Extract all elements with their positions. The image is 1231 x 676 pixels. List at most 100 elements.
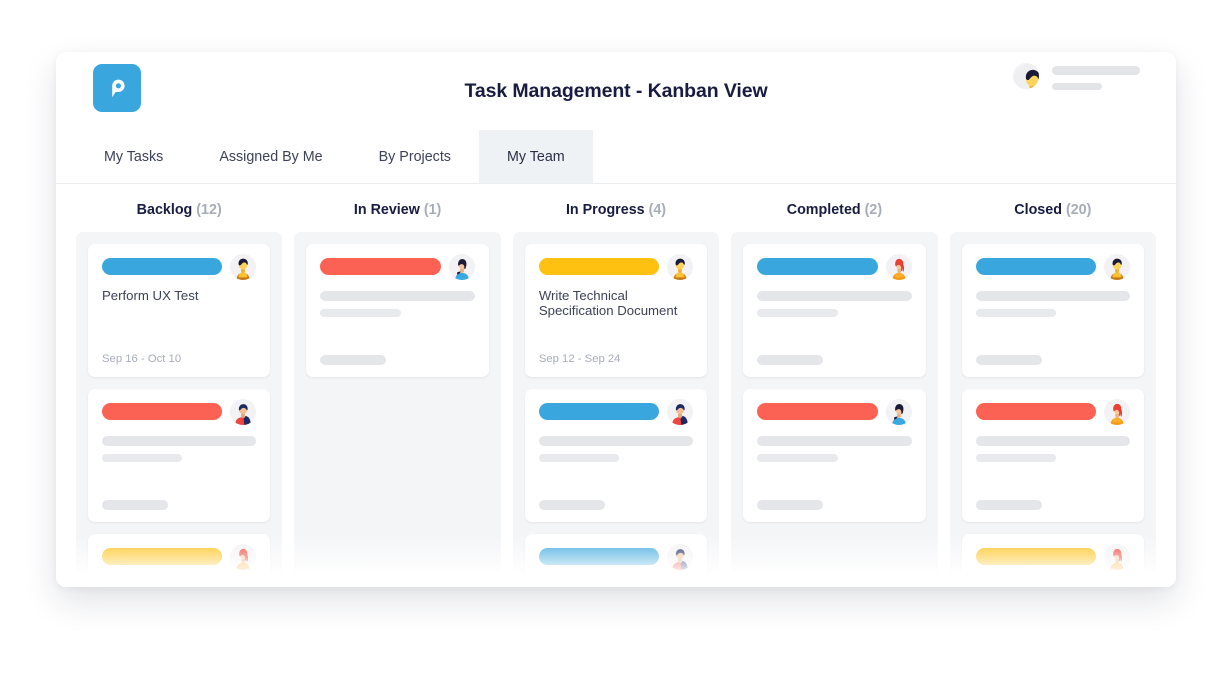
task-card[interactable]	[743, 389, 926, 522]
column-count: (20)	[1065, 202, 1092, 218]
card-date-skeleton	[757, 500, 824, 510]
user-name-placeholder	[1052, 66, 1140, 90]
assignee-avatar[interactable]	[1104, 544, 1131, 570]
tab-by-projects[interactable]: By Projects	[351, 130, 479, 183]
task-card[interactable]	[524, 534, 708, 587]
card-tag-yellow[interactable]	[538, 258, 660, 275]
card-date-skeleton	[538, 500, 605, 510]
card-title-skeleton	[975, 291, 1131, 301]
card-spacer	[102, 304, 256, 353]
assignee-avatar[interactable]	[667, 399, 694, 425]
card-title-skeleton	[102, 436, 257, 446]
task-card[interactable]: Perform UX Test Sep 16 - Oct 10	[88, 244, 271, 377]
task-card[interactable]	[88, 389, 271, 522]
card-spacer	[539, 462, 693, 500]
card-subtitle-skeleton	[975, 454, 1056, 462]
column-card-list	[731, 232, 938, 587]
assignee-avatar[interactable]	[230, 254, 257, 280]
card-tag-yellow[interactable]	[975, 548, 1097, 565]
task-card[interactable]	[961, 389, 1145, 522]
card-tag-red[interactable]	[102, 403, 223, 420]
task-card[interactable]	[961, 534, 1145, 587]
card-header	[538, 254, 694, 280]
card-title-skeleton	[757, 291, 912, 301]
card-date: Sep 16 - Oct 10	[102, 353, 182, 365]
card-header	[102, 254, 257, 280]
column-title: Closed	[1014, 202, 1062, 218]
app-window: Task Management - Kanban View My Tasks A…	[56, 52, 1176, 587]
card-text-placeholder	[975, 291, 1131, 317]
card-header	[102, 544, 257, 570]
task-card[interactable]: Write Technical Specification Document Se…	[524, 244, 708, 377]
assignee-avatar[interactable]	[885, 399, 912, 425]
column-count: (1)	[423, 202, 442, 218]
assignee-avatar[interactable]	[885, 254, 912, 280]
card-tag-blue[interactable]	[538, 548, 660, 565]
card-tag-blue[interactable]	[538, 403, 660, 420]
card-spacer	[976, 462, 1130, 500]
task-card[interactable]	[88, 534, 271, 587]
task-card[interactable]	[306, 244, 489, 377]
kanban-column-closed: Closed (20)	[949, 202, 1157, 587]
card-title-skeleton	[320, 291, 475, 301]
card-tag-blue[interactable]	[102, 258, 223, 275]
card-text-placeholder	[975, 581, 1131, 587]
assignee-avatar[interactable]	[230, 544, 257, 570]
card-header	[320, 254, 475, 280]
card-text-placeholder	[975, 436, 1131, 462]
column-title: In Review	[353, 202, 420, 218]
column-title: Backlog	[136, 202, 193, 218]
column-header: Closed (20)	[950, 202, 1156, 232]
column-header: Backlog (12)	[76, 202, 282, 232]
card-title-skeleton	[757, 436, 912, 446]
card-date-skeleton	[975, 500, 1042, 510]
user-profile[interactable]	[1013, 63, 1140, 90]
column-header: In Review (1)	[294, 202, 500, 232]
assignee-avatar[interactable]	[230, 399, 257, 425]
column-card-list: Perform UX Test Sep 16 - Oct 10	[76, 232, 283, 587]
card-tag-red[interactable]	[757, 403, 878, 420]
tab-my-tasks[interactable]: My Tasks	[76, 130, 191, 183]
column-card-list: Write Technical Specification Document Se…	[512, 232, 720, 587]
card-subtitle-skeleton	[320, 309, 401, 317]
kanban-board: Backlog (12) Perform UX Test Sep 16 - Oct …	[56, 184, 1176, 587]
card-tag-blue[interactable]	[975, 258, 1097, 275]
card-title-skeleton	[975, 581, 1131, 587]
tab-my-team[interactable]: My Team	[478, 130, 593, 183]
task-card[interactable]	[524, 389, 708, 522]
card-tag-blue[interactable]	[757, 258, 878, 275]
card-title-skeleton	[538, 436, 694, 446]
card-text-placeholder	[102, 581, 257, 587]
card-tag-red[interactable]	[320, 258, 441, 275]
column-card-list	[294, 232, 501, 587]
assignee-avatar[interactable]	[667, 254, 694, 280]
card-subtitle-skeleton	[102, 454, 183, 462]
card-tag-yellow[interactable]	[102, 548, 223, 565]
user-role-skeleton	[1052, 83, 1102, 90]
card-header	[975, 544, 1131, 570]
tab-bar: My Tasks Assigned By Me By Projects My T…	[56, 130, 1176, 184]
page-title: Task Management - Kanban View	[464, 79, 768, 102]
assignee-avatar[interactable]	[667, 544, 694, 570]
card-subtitle-skeleton	[757, 454, 838, 462]
card-text-placeholder	[538, 436, 694, 462]
card-header	[102, 399, 257, 425]
column-count: (4)	[648, 202, 667, 218]
user-name-skeleton	[1052, 66, 1140, 75]
assignee-avatar[interactable]	[448, 254, 475, 280]
card-subtitle-skeleton	[975, 309, 1056, 317]
card-text-placeholder	[102, 436, 257, 462]
assignee-avatar[interactable]	[1104, 399, 1131, 425]
card-title-skeleton	[975, 436, 1131, 446]
card-title: Write Technical Specification Document	[538, 288, 678, 318]
card-tag-red[interactable]	[975, 403, 1097, 420]
tab-assigned-by-me[interactable]: Assigned By Me	[191, 130, 350, 183]
task-card[interactable]	[961, 244, 1145, 377]
assignee-avatar[interactable]	[1104, 254, 1131, 280]
kanban-column-completed: Completed (2)	[731, 202, 938, 587]
card-spacer	[976, 317, 1130, 355]
avatar[interactable]	[1013, 63, 1039, 89]
card-date: Sep 12 - Sep 24	[538, 353, 621, 365]
task-card[interactable]	[743, 244, 926, 377]
kanban-column-backlog: Backlog (12) Perform UX Test Sep 16 - Oct …	[76, 202, 283, 587]
